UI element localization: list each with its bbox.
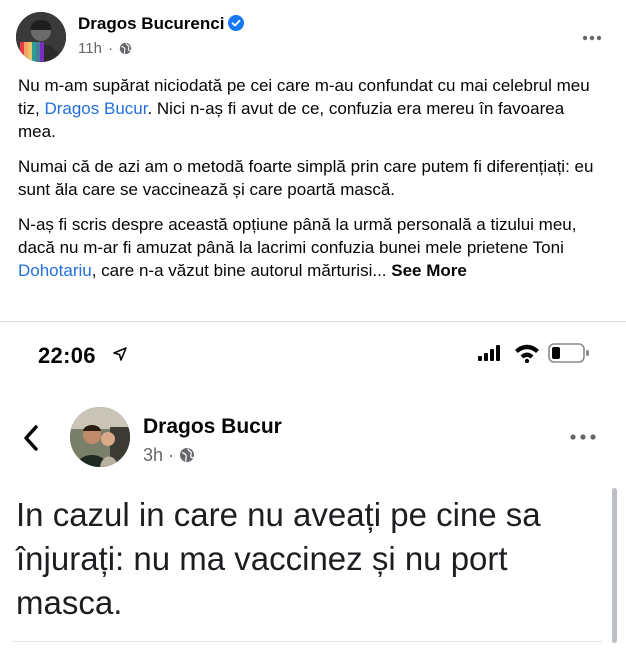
- facebook-post: Dragos Bucurenci 11h · Nu m-am supărat n…: [0, 0, 626, 322]
- see-more-link[interactable]: See More: [391, 261, 467, 280]
- inner-post-text: In cazul in care nu aveați pe cine sa în…: [16, 496, 541, 621]
- verified-badge-icon: [228, 15, 245, 36]
- inner-post-header: Dragos Bucur 3h ·: [0, 403, 626, 473]
- wifi-icon: [514, 343, 540, 368]
- mention-link[interactable]: Dragos Bucur: [44, 99, 147, 118]
- mention-link[interactable]: Dohotariu: [18, 261, 92, 280]
- cellular-signal-icon: [478, 345, 500, 366]
- more-options-icon[interactable]: [570, 427, 596, 445]
- post-paragraph: Numai că de azi am o metodă foarte simpl…: [18, 157, 594, 199]
- post-timestamp[interactable]: 11h: [78, 40, 102, 57]
- status-time: 22:06: [38, 343, 96, 368]
- author-avatar[interactable]: [16, 12, 66, 62]
- inner-post-meta: 3h ·: [143, 445, 195, 468]
- post-paragraph: Nu m-am supărat niciodată pe cei care m-…: [18, 76, 590, 141]
- scrollbar[interactable]: [612, 488, 617, 643]
- phone-status-bar: 22:06: [0, 323, 626, 387]
- meta-separator: ·: [168, 445, 175, 465]
- globe-icon: [119, 42, 132, 59]
- globe-icon: [179, 447, 195, 468]
- battery-icon: [548, 343, 590, 368]
- meta-separator: ·: [108, 40, 114, 57]
- location-arrow-icon: [113, 347, 127, 366]
- post-meta: 11h ·: [78, 40, 132, 59]
- back-chevron-icon[interactable]: [22, 425, 40, 456]
- post-paragraph: N-aș fi scris despre această opțiune pân…: [18, 215, 577, 280]
- inner-author-avatar[interactable]: [70, 407, 130, 467]
- more-options-icon[interactable]: [574, 20, 610, 56]
- inner-author-name[interactable]: Dragos Bucur: [143, 415, 282, 439]
- divider: [12, 641, 602, 642]
- inner-post-timestamp[interactable]: 3h: [143, 445, 163, 465]
- post-body: Nu m-am supărat niciodată pe cei care m-…: [18, 74, 606, 294]
- attached-screenshot[interactable]: 22:06 Dragos Bucur 3h · In cazul in care…: [0, 323, 626, 648]
- author-name[interactable]: Dragos Bucurenci: [78, 14, 245, 36]
- post-header: Dragos Bucurenci 11h ·: [16, 12, 610, 62]
